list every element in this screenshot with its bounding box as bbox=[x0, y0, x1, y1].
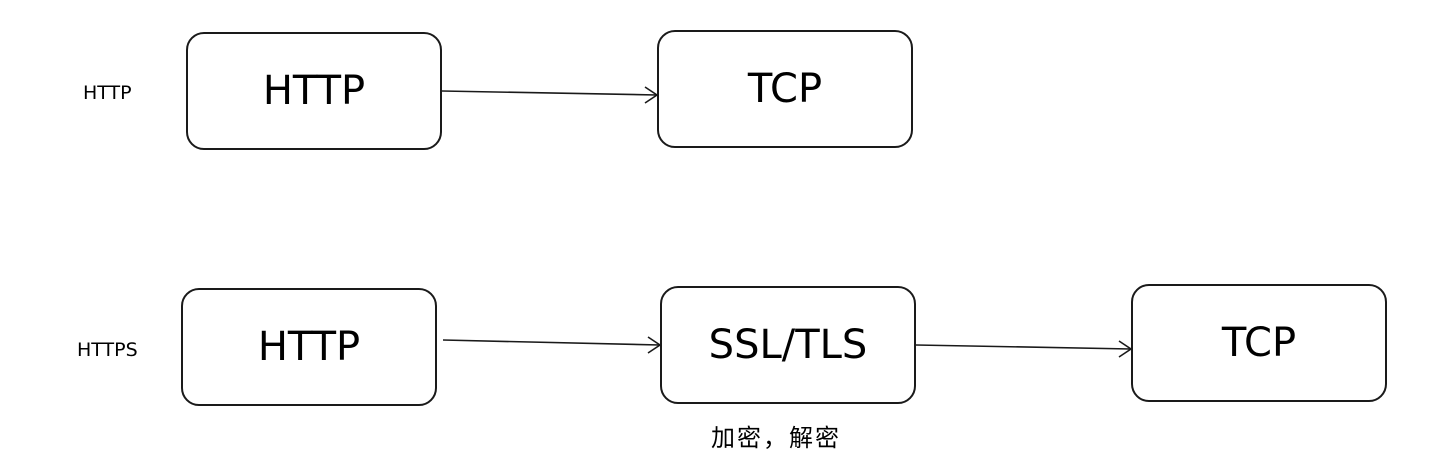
arrow-layer bbox=[441, 86, 1133, 358]
protocol-stack-diagram: HTTP HTTP TCP HTTPS HTTP SSL/TLS TCP 加密，… bbox=[0, 0, 1442, 462]
arrow-http-to-ssl bbox=[442, 336, 662, 354]
arrow-ssl-to-tcp bbox=[915, 340, 1133, 358]
arrow-http-to-tcp-row1 bbox=[441, 86, 659, 104]
